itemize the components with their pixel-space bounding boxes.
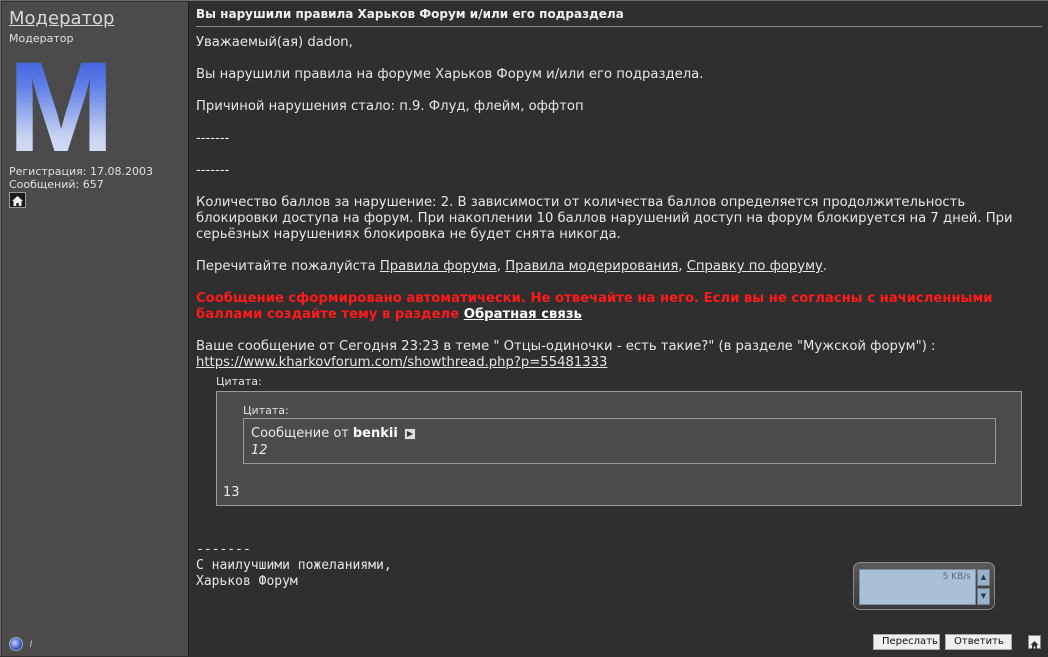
moderation-rules-link[interactable]: Правила модерирования (505, 259, 678, 274)
speed-display: 5 KB/s (859, 569, 976, 605)
speed-controls: ▲ ▼ (977, 569, 990, 605)
forum-help-link[interactable]: Справку по форуму (687, 259, 823, 274)
user-title: Модератор (9, 32, 74, 45)
forum-rules-link[interactable]: Правила форума (380, 259, 497, 274)
reply-button[interactable]: Ответить (945, 634, 1012, 650)
post-main: Вы нарушили правила Харьков Форум и/или … (190, 2, 1048, 657)
username-link[interactable]: Модератор (9, 8, 114, 29)
divider-line: ------- (196, 163, 230, 178)
post-body: Уважаемый(ая) dadon, Вы нарушили правила… (196, 35, 1026, 387)
online-status-icon[interactable] (9, 636, 23, 651)
reread-prefix: Перечитайте пожалуйста (196, 259, 376, 274)
speed-up-icon[interactable]: ▲ (977, 569, 990, 586)
reread-line: Перечитайте пожалуйста Правила форума, П… (196, 259, 828, 274)
user-sidebar: Модератор Модератор M Регистрация: 17.08… (2, 2, 189, 656)
scroll-top-icon[interactable] (1028, 635, 1041, 649)
title-divider (196, 26, 1042, 27)
signature: ------- С наилучшими пожеланиями, Харько… (196, 542, 392, 589)
warning-text: Сообщение сформировано автоматически. Не… (196, 291, 993, 322)
speed-down-icon[interactable]: ▼ (977, 588, 990, 605)
status-icons: 𝚤 (9, 636, 32, 651)
violation-reason: Причиной нарушения стало: п.9. Флуд, фле… (196, 99, 584, 114)
post-count: Сообщений: 657 (9, 178, 104, 191)
avatar-letter: M (9, 54, 113, 154)
quote-text: 13 (223, 485, 240, 500)
quote-block: Цитата: Сообщение от benkii 12 13 (216, 391, 1022, 506)
feedback-link[interactable]: Обратная связь (464, 307, 582, 322)
nested-quote-block: Сообщение от benkii 12 (243, 418, 996, 464)
registration-info: Регистрация: 17.08.2003 Сообщений: 657 (9, 165, 153, 191)
quote-author: benkii (352, 426, 398, 441)
window-frame: Модератор Модератор M Регистрация: 17.08… (0, 0, 1048, 656)
speed-value: 5 KB/s (942, 572, 971, 582)
post-title: Вы нарушили правила Харьков Форум и/или … (196, 7, 624, 21)
nested-quote-text: 12 (251, 443, 268, 458)
home-icon[interactable] (9, 192, 26, 208)
divider-line: ------- (196, 131, 230, 146)
points-text: Количество баллов за нарушение: 2. В зав… (196, 195, 1013, 242)
quote-source: Сообщение от benkii (251, 426, 416, 441)
message-url-link[interactable]: https://www.kharkovforum.com/showthread.… (196, 355, 607, 370)
attachment-icon: 𝚤 (29, 636, 32, 650)
avatar: M (9, 54, 113, 154)
registration-date: Регистрация: 17.08.2003 (9, 165, 153, 178)
greeting: Уважаемый(ая) dadon, (196, 35, 353, 50)
your-message: Ваше сообщение от Сегодня 23:23 в теме "… (196, 339, 936, 370)
auto-warning: Сообщение сформировано автоматически. Не… (196, 291, 1026, 323)
forward-button[interactable]: Переслать (873, 634, 940, 650)
violation-text: Вы нарушили правила на форуме Харьков Фо… (196, 67, 704, 82)
nested-quote-label: Цитата: (243, 404, 289, 417)
speed-widget: 5 KB/s ▲ ▼ (853, 562, 995, 610)
quote-label: Цитата: (216, 375, 262, 388)
view-post-icon[interactable] (403, 427, 416, 440)
